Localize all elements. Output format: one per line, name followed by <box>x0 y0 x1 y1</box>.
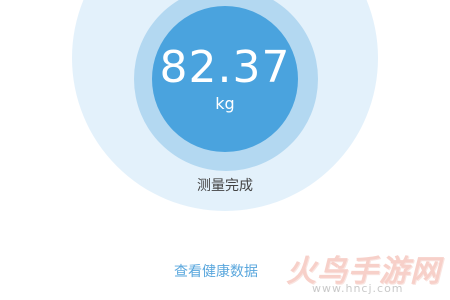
weight-result-screen: 82.37 kg 测量完成 查看健康数据 火鸟手游网 www.hncj.com <box>0 0 450 300</box>
weight-value: 82.37 <box>159 42 291 93</box>
view-health-data-link[interactable]: 查看健康数据 <box>174 262 258 282</box>
measurement-status: 测量完成 <box>197 178 253 194</box>
watermark-text: 火鸟手游网 <box>286 254 441 289</box>
weight-unit: kg <box>215 94 235 113</box>
watermark-logo: 火鸟手游网 www.hncj.com <box>282 244 447 300</box>
watermark-url: www.hncj.com <box>312 282 404 295</box>
